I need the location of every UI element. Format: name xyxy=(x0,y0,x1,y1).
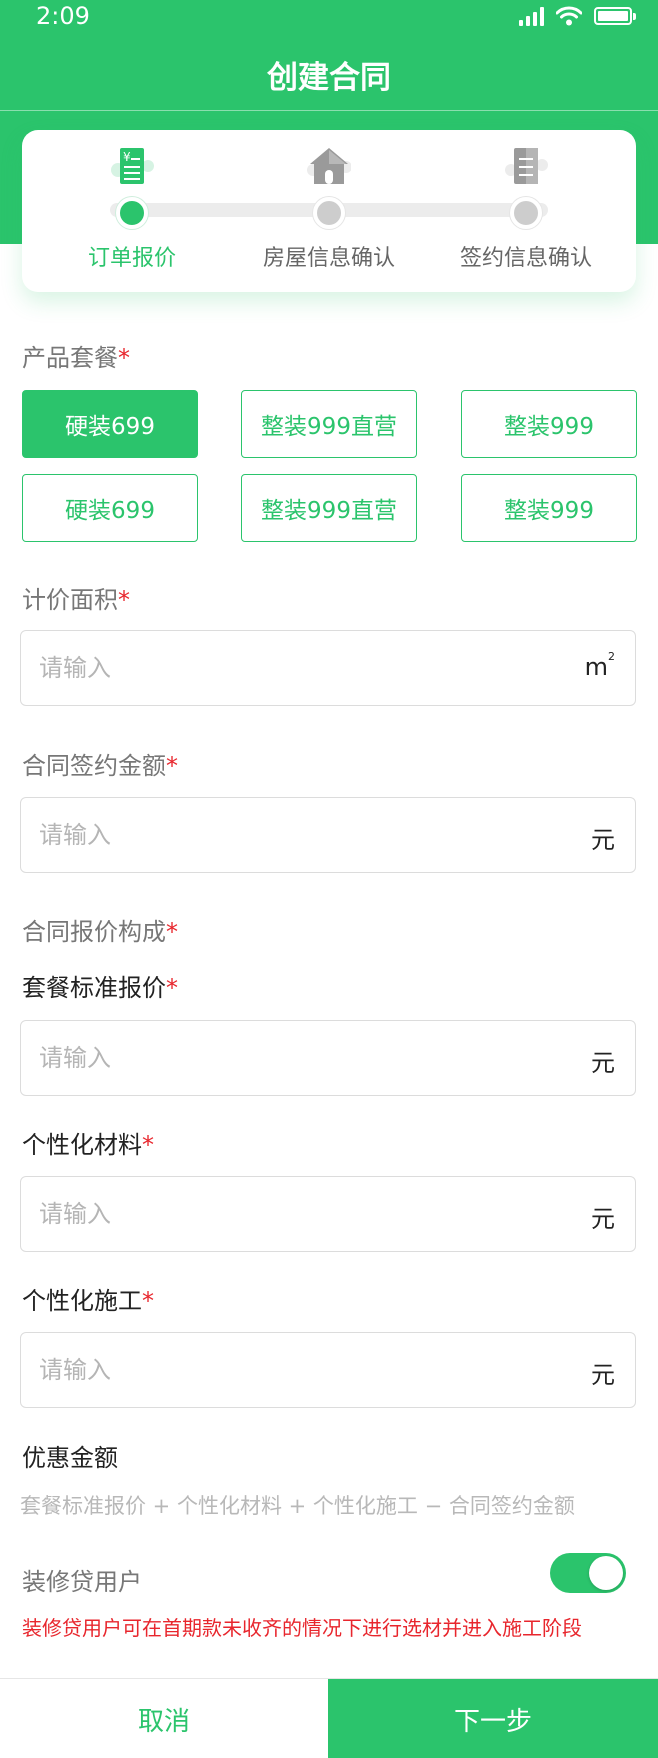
required-mark: * xyxy=(166,974,178,1002)
step-dot-inactive xyxy=(510,197,542,229)
step-house-info[interactable]: 房屋信息确认 xyxy=(219,130,439,292)
loan-user-label: 装修贷用户 xyxy=(22,1568,142,1596)
contract-amount-field[interactable]: 元 xyxy=(20,797,636,873)
step-label: 房屋信息确认 xyxy=(262,246,395,271)
step-signing-info[interactable]: 签约信息确认 xyxy=(416,130,636,292)
required-mark: * xyxy=(118,344,130,372)
package-option-full-999-direct[interactable]: 整装999直营 xyxy=(241,474,417,542)
custom-construction-input[interactable] xyxy=(39,1333,539,1407)
toggle-knob xyxy=(589,1556,623,1590)
package-option-full-999-direct[interactable]: 整装999直营 xyxy=(241,390,417,458)
custom-material-input[interactable] xyxy=(39,1177,539,1251)
package-option-hard-699[interactable]: 硬装699 xyxy=(22,474,198,542)
loan-user-note: 装修贷用户可在首期款未收齐的情况下进行选材并进入施工阶段 xyxy=(22,1616,582,1640)
contract-amount-input[interactable] xyxy=(39,798,539,872)
standard-quote-field[interactable]: 元 xyxy=(20,1020,636,1096)
status-icons xyxy=(519,6,636,26)
required-mark: * xyxy=(166,918,178,946)
pricing-area-label: 计价面积* xyxy=(22,586,130,614)
custom-construction-field[interactable]: 元 xyxy=(20,1332,636,1408)
step-label: 签约信息确认 xyxy=(459,246,592,271)
loan-user-toggle[interactable] xyxy=(550,1553,626,1593)
unit-label: 元 xyxy=(591,1205,615,1233)
custom-material-field[interactable]: 元 xyxy=(20,1176,636,1252)
custom-material-label: 个性化材料* xyxy=(22,1131,154,1159)
wifi-icon xyxy=(556,6,582,26)
step-label: 订单报价 xyxy=(87,246,176,271)
discount-formula: 套餐标准报价 + 个性化材料 + 个性化施工 − 合同签约金额 xyxy=(20,1494,575,1518)
unit-label: 元 xyxy=(591,1049,615,1077)
signal-icon xyxy=(519,6,544,26)
house-icon xyxy=(307,148,351,184)
package-option-full-999[interactable]: 整装999 xyxy=(461,474,637,542)
progress-steps-card: ¥ 订单报价 房屋信息确认 签约信息确认 xyxy=(22,130,636,292)
nav-divider xyxy=(0,110,658,111)
custom-construction-label: 个性化施工* xyxy=(22,1287,154,1315)
step-dot-inactive xyxy=(313,197,345,229)
cancel-button[interactable]: 取消 xyxy=(0,1679,328,1758)
pricing-area-input[interactable] xyxy=(39,631,539,705)
required-mark: * xyxy=(166,752,178,780)
unit-label: m2 xyxy=(584,650,615,681)
package-option-full-999[interactable]: 整装999 xyxy=(461,390,637,458)
step-order-quote[interactable]: ¥ 订单报价 xyxy=(22,130,242,292)
step-dot-active xyxy=(116,197,148,229)
status-bar: 2:09 xyxy=(0,0,658,36)
receipt-yen-icon: ¥ xyxy=(111,148,154,184)
footer-actions: 取消 下一步 xyxy=(0,1678,658,1758)
standard-quote-input[interactable] xyxy=(39,1021,539,1095)
next-step-button[interactable]: 下一步 xyxy=(328,1679,658,1758)
standard-quote-label: 套餐标准报价* xyxy=(22,974,178,1002)
required-mark: * xyxy=(142,1131,154,1159)
quote-composition-label: 合同报价构成* xyxy=(22,918,178,946)
contract-amount-label: 合同签约金额* xyxy=(22,752,178,780)
document-icon xyxy=(505,148,548,184)
svg-text:¥: ¥ xyxy=(123,150,131,164)
required-mark: * xyxy=(118,586,130,614)
required-mark: * xyxy=(142,1287,154,1315)
discount-label: 优惠金额 xyxy=(22,1444,118,1472)
status-time: 2:09 xyxy=(36,2,90,30)
package-option-hard-699[interactable]: 硬装699 xyxy=(22,390,198,458)
product-package-label: 产品套餐* xyxy=(22,344,130,372)
unit-label: 元 xyxy=(591,1361,615,1389)
battery-icon xyxy=(594,7,636,25)
page-title: 创建合同 xyxy=(267,60,391,96)
unit-label: 元 xyxy=(591,826,615,854)
pricing-area-field[interactable]: m2 xyxy=(20,630,636,706)
